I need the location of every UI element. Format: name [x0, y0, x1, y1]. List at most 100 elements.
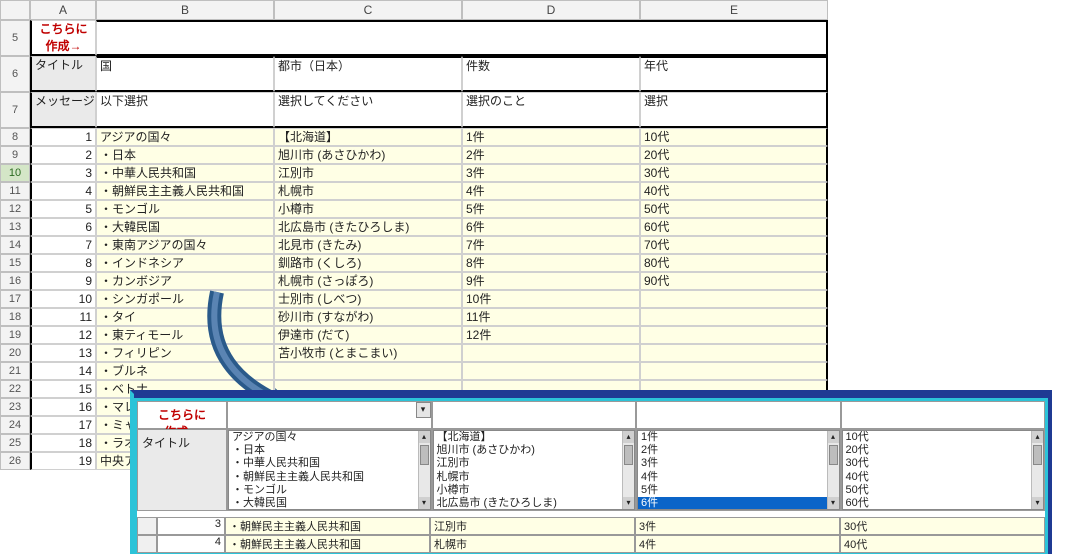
cell-A24[interactable]: 17: [30, 416, 96, 434]
cell-A7[interactable]: メッセージ: [30, 92, 96, 128]
row-header-14[interactable]: 14: [0, 236, 30, 254]
cell-B20[interactable]: ・フィリピン: [96, 344, 274, 362]
cell-D21[interactable]: [462, 362, 640, 380]
ov-c5[interactable]: [432, 401, 637, 429]
cell-A25[interactable]: 18: [30, 434, 96, 452]
ov-title-label[interactable]: タイトル: [137, 429, 227, 511]
merged-B5E5[interactable]: [96, 20, 828, 56]
row-header-23[interactable]: 23: [0, 398, 30, 416]
list-item[interactable]: 江別市: [434, 457, 635, 470]
cell-B9[interactable]: ・日本: [96, 146, 274, 164]
row-header-18[interactable]: 18: [0, 308, 30, 326]
scrollbar[interactable]: ▴▾: [418, 431, 430, 509]
cell-D14[interactable]: 7件: [462, 236, 640, 254]
cell-B11[interactable]: ・朝鮮民主主義人民共和国: [96, 182, 274, 200]
scroll-up-icon[interactable]: ▴: [1032, 431, 1043, 443]
cell-B14[interactable]: ・東南アジアの国々: [96, 236, 274, 254]
corner-cell[interactable]: [0, 0, 30, 20]
list-item[interactable]: 4件: [638, 471, 839, 484]
cell-E13[interactable]: 60代: [640, 218, 828, 236]
scroll-thumb[interactable]: [1033, 445, 1042, 465]
scroll-down-icon[interactable]: ▾: [623, 497, 634, 509]
cell-E12[interactable]: 50代: [640, 200, 828, 218]
ov-c[interactable]: 江別市: [430, 517, 635, 535]
cell-E16[interactable]: 90代: [640, 272, 828, 290]
list-item[interactable]: ・日本: [229, 444, 430, 457]
row-header-20[interactable]: 20: [0, 344, 30, 362]
scrollbar[interactable]: ▴▾: [1031, 431, 1043, 509]
list-item[interactable]: 20代: [843, 444, 1044, 457]
cell-A19[interactable]: 12: [30, 326, 96, 344]
cell-A5[interactable]: こちらに 作成→: [30, 20, 96, 56]
ov-a[interactable]: 3: [157, 517, 225, 535]
list-item[interactable]: 50代: [843, 484, 1044, 497]
col-header-E[interactable]: E: [640, 0, 828, 20]
cell-E18[interactable]: [640, 308, 828, 326]
cell-A9[interactable]: 2: [30, 146, 96, 164]
ov-d[interactable]: 4件: [635, 535, 840, 553]
cell-C8[interactable]: 【北海道】: [274, 128, 462, 146]
cell-A16[interactable]: 9: [30, 272, 96, 290]
list-item[interactable]: 60代: [843, 497, 1044, 510]
cell-C18[interactable]: 砂川市 (すながわ): [274, 308, 462, 326]
cell-B16[interactable]: ・カンボジア: [96, 272, 274, 290]
cell-C13[interactable]: 北広島市 (きたひろしま): [274, 218, 462, 236]
list-item[interactable]: 2件: [638, 444, 839, 457]
cell-B7[interactable]: 以下選択: [96, 92, 274, 128]
listbox-city[interactable]: 【北海道】旭川市 (あさひかわ)江別市札幌市小樽市北広島市 (きたひろしま)北見…: [433, 430, 636, 510]
cell-E17[interactable]: [640, 290, 828, 308]
list-item[interactable]: 小樽市: [434, 484, 635, 497]
scroll-down-icon[interactable]: ▾: [828, 497, 839, 509]
cell-E10[interactable]: 30代: [640, 164, 828, 182]
row-header-5[interactable]: 5: [0, 20, 30, 56]
cell-A20[interactable]: 13: [30, 344, 96, 362]
cell-E6[interactable]: 年代: [640, 56, 828, 92]
cell-A22[interactable]: 15: [30, 380, 96, 398]
row-header-15[interactable]: 15: [0, 254, 30, 272]
cell-D11[interactable]: 4件: [462, 182, 640, 200]
cell-C20[interactable]: 苫小牧市 (とまこまい): [274, 344, 462, 362]
ov-e5[interactable]: [841, 401, 1046, 429]
list-item[interactable]: ・中華人民共和国: [229, 457, 430, 470]
scroll-up-icon[interactable]: ▴: [623, 431, 634, 443]
cell-B18[interactable]: ・タイ: [96, 308, 274, 326]
cell-C21[interactable]: [274, 362, 462, 380]
list-item[interactable]: ・モンゴル: [229, 484, 430, 497]
cell-B13[interactable]: ・大韓民国: [96, 218, 274, 236]
ov-b5-active[interactable]: ▾: [227, 401, 432, 429]
scroll-thumb[interactable]: [624, 445, 633, 465]
cell-D6[interactable]: 件数: [462, 56, 640, 92]
row-header-8[interactable]: 8: [0, 128, 30, 146]
row-header-21[interactable]: 21: [0, 362, 30, 380]
cell-A14[interactable]: 7: [30, 236, 96, 254]
row-header-11[interactable]: 11: [0, 182, 30, 200]
scroll-up-icon[interactable]: ▴: [419, 431, 430, 443]
cell-E14[interactable]: 70代: [640, 236, 828, 254]
list-item[interactable]: 【北海道】: [434, 431, 635, 444]
list-item[interactable]: アジアの国々: [229, 431, 430, 444]
col-header-C[interactable]: C: [274, 0, 462, 20]
cell-B8[interactable]: アジアの国々: [96, 128, 274, 146]
cell-A6[interactable]: タイトル: [30, 56, 96, 92]
ov-rownum[interactable]: [137, 535, 157, 553]
scroll-down-icon[interactable]: ▾: [419, 497, 430, 509]
cell-C17[interactable]: 士別市 (しべつ): [274, 290, 462, 308]
cell-E8[interactable]: 10代: [640, 128, 828, 146]
scrollbar[interactable]: ▴▾: [622, 431, 634, 509]
cell-D10[interactable]: 3件: [462, 164, 640, 182]
cell-C12[interactable]: 小樽市: [274, 200, 462, 218]
cell-A23[interactable]: 16: [30, 398, 96, 416]
cell-B21[interactable]: ・ブルネ: [96, 362, 274, 380]
ov-d[interactable]: 3件: [635, 517, 840, 535]
cell-A12[interactable]: 5: [30, 200, 96, 218]
cell-C6[interactable]: 都市（日本）: [274, 56, 462, 92]
scroll-thumb[interactable]: [420, 445, 429, 465]
cell-B19[interactable]: ・東ティモール: [96, 326, 274, 344]
cell-A17[interactable]: 10: [30, 290, 96, 308]
ov-d5[interactable]: [636, 401, 841, 429]
ov-b[interactable]: ・朝鮮民主主義人民共和国: [225, 517, 430, 535]
cell-A13[interactable]: 6: [30, 218, 96, 236]
ov-c[interactable]: 札幌市: [430, 535, 635, 553]
cell-D19[interactable]: 12件: [462, 326, 640, 344]
list-item[interactable]: 6件: [638, 497, 839, 510]
